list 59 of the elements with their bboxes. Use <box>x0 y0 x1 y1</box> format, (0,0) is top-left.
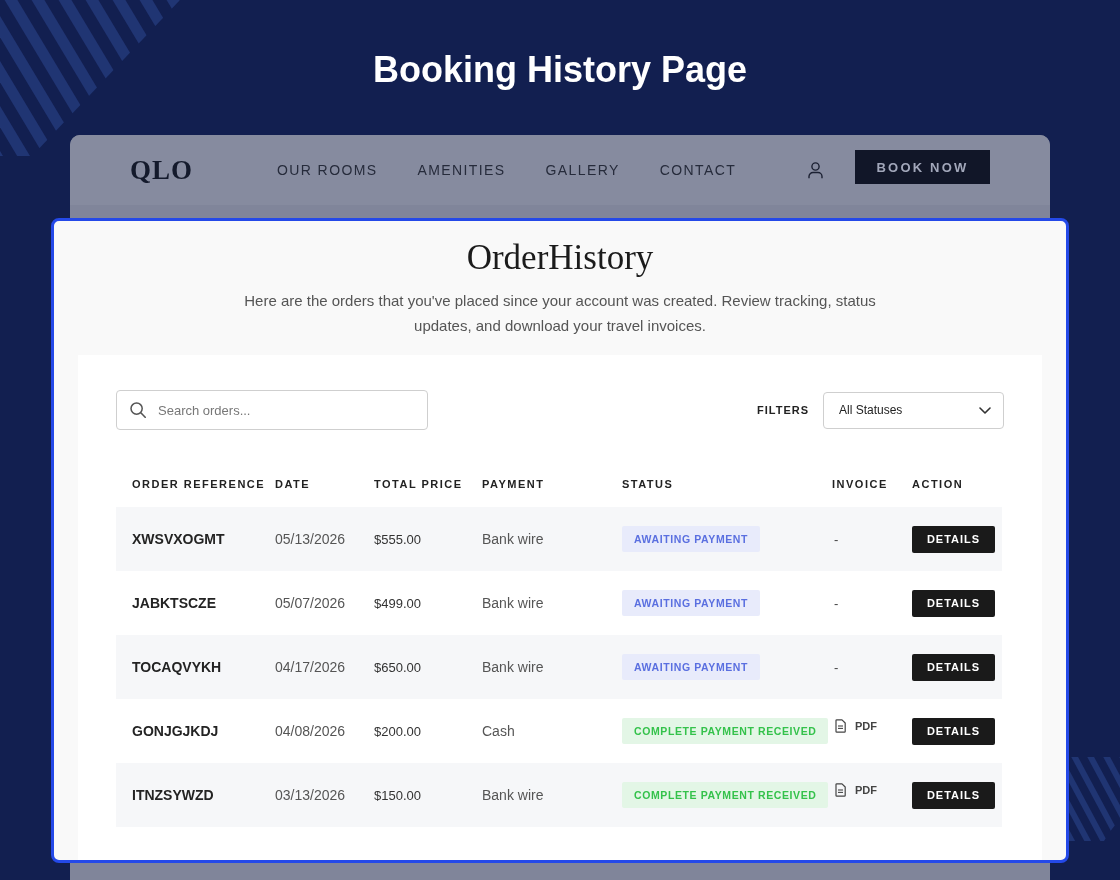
payment-method: Bank wire <box>482 659 544 675</box>
order-total: $555.00 <box>374 532 421 547</box>
nav-link[interactable]: AMENITIES <box>417 162 506 178</box>
status-badge: COMPLETE PAYMENT RECEIVED <box>622 718 829 744</box>
search-field[interactable]: Search orders... <box>116 390 428 430</box>
order-date: 04/08/2026 <box>275 723 346 739</box>
payment-method: Bank wire <box>482 595 544 611</box>
order-total: $150.00 <box>374 788 421 803</box>
nav-link[interactable]: OUR ROOMS <box>277 162 378 178</box>
status-badge: COMPLETE PAYMENT RECEIVED <box>622 782 829 808</box>
order-history-title: OrderHistory <box>466 238 654 278</box>
document-icon <box>835 719 846 733</box>
column-header: INVOICE <box>832 478 888 490</box>
status-badge: AWAITING PAYMENT <box>622 590 761 616</box>
empty-invoice-text: - <box>834 660 839 675</box>
filters-label: FILTERS <box>757 404 809 416</box>
column-header: ORDER REFERENCE <box>132 478 266 490</box>
search-icon <box>130 402 146 418</box>
status-badge: AWAITING PAYMENT <box>622 654 761 680</box>
nav-link[interactable]: CONTACT <box>659 162 737 178</box>
user-icon[interactable] <box>808 161 823 179</box>
payment-method: Cash <box>482 723 515 739</box>
book-now-button[interactable]: BOOK NOW <box>855 150 990 184</box>
order-reference: TOCAQVYKH <box>132 659 222 675</box>
column-header: ACTION <box>912 478 964 490</box>
page-title: Booking History Page <box>372 48 748 92</box>
column-header: DATE <box>275 478 311 490</box>
order-reference: XWSVXOGMT <box>132 531 225 547</box>
details-button[interactable]: DETAILS <box>912 781 995 809</box>
details-button[interactable]: DETAILS <box>912 653 995 681</box>
chevron-down-icon <box>979 406 991 414</box>
order-date: 04/17/2026 <box>275 659 346 675</box>
order-date: 05/07/2026 <box>275 595 346 611</box>
pdf-download-link[interactable]: PDF <box>855 720 877 732</box>
order-reference: JABKTSCZE <box>132 595 216 611</box>
empty-invoice-text: - <box>834 596 839 611</box>
column-header: PAYMENT <box>482 478 545 490</box>
nav-link[interactable]: GALLERY <box>545 162 620 178</box>
order-date: 03/13/2026 <box>275 787 346 803</box>
status-filter-dropdown[interactable]: All Statuses <box>823 391 1004 429</box>
column-header: STATUS <box>622 478 674 490</box>
details-button[interactable]: DETAILS <box>912 525 995 553</box>
status-badge: AWAITING PAYMENT <box>622 526 761 552</box>
order-total: $499.00 <box>374 596 421 611</box>
order-total: $650.00 <box>374 660 421 675</box>
pdf-download-link[interactable]: PDF <box>855 784 877 796</box>
order-reference: ITNZSYWZD <box>132 787 214 803</box>
order-history-description: Here are the orders that you've placed since your account was created. Review tracking, status updates, and download your travel invoices. <box>243 291 877 336</box>
payment-method: Bank wire <box>482 531 544 547</box>
column-header: TOTAL PRICE <box>374 478 463 490</box>
document-icon <box>835 783 846 797</box>
payment-method: Bank wire <box>482 787 544 803</box>
details-button[interactable]: DETAILS <box>912 717 995 745</box>
details-button[interactable]: DETAILS <box>912 589 995 617</box>
empty-invoice-text: - <box>834 532 839 547</box>
order-total: $200.00 <box>374 724 421 739</box>
order-reference: GONJGJKDJ <box>132 723 219 739</box>
logo[interactable]: QLO <box>130 154 193 186</box>
order-date: 05/13/2026 <box>275 531 346 547</box>
